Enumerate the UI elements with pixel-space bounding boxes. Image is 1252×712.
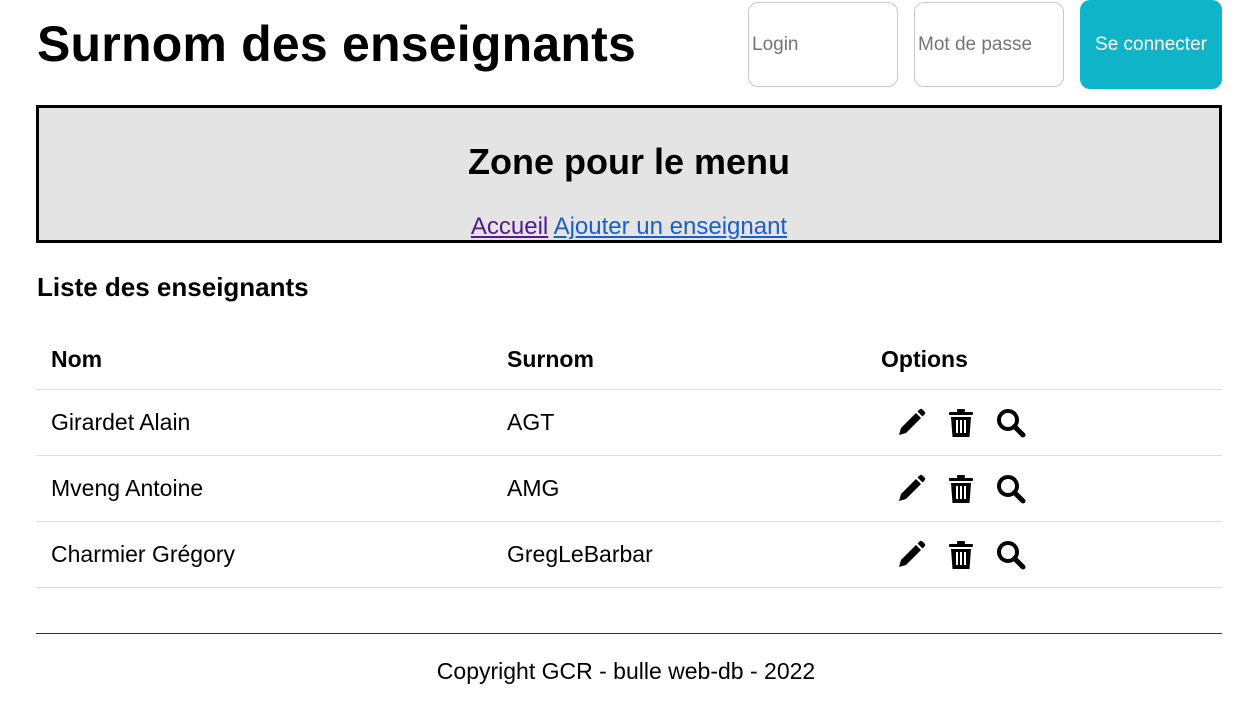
password-input[interactable] <box>914 2 1064 87</box>
pencil-icon[interactable] <box>895 473 927 505</box>
search-icon[interactable] <box>995 407 1027 439</box>
table-row: Girardet Alain AGT <box>36 389 1222 456</box>
menu-links: Accueil Ajouter un enseignant <box>39 212 1219 242</box>
table-header-row: Nom Surnom Options <box>36 329 1222 390</box>
footer-copyright: Copyright GCR - bulle web-db - 2022 <box>436 658 816 684</box>
cell-surnom: AGT <box>507 389 881 456</box>
column-header-surnom: Surnom <box>507 329 881 390</box>
search-icon[interactable] <box>995 539 1027 571</box>
cell-nom: Girardet Alain <box>36 389 507 456</box>
cell-nom: Mveng Antoine <box>36 455 507 522</box>
trash-icon[interactable] <box>945 539 977 571</box>
list-title: Liste des enseignants <box>37 272 309 302</box>
column-header-nom: Nom <box>36 329 507 390</box>
cell-nom: Charmier Grégory <box>36 521 507 588</box>
nav-link-accueil[interactable]: Accueil <box>471 213 548 240</box>
cell-surnom: GregLeBarbar <box>507 521 881 588</box>
page-title: Surnom des enseignants <box>37 16 636 72</box>
login-input[interactable] <box>748 2 898 87</box>
pencil-icon[interactable] <box>895 539 927 571</box>
cell-options <box>881 455 1222 522</box>
search-icon[interactable] <box>995 473 1027 505</box>
column-header-options: Options <box>881 329 1222 390</box>
menu-title: Zone pour le menu <box>467 141 790 182</box>
cell-surnom: AMG <box>507 455 881 522</box>
table-row: Mveng Antoine AMG <box>36 455 1222 522</box>
trash-icon[interactable] <box>945 473 977 505</box>
nav-link-ajouter-enseignant[interactable]: Ajouter un enseignant <box>554 213 788 240</box>
footer-divider <box>36 633 1222 634</box>
connect-button[interactable]: Se connecter <box>1080 0 1222 89</box>
trash-icon[interactable] <box>945 407 977 439</box>
table-row: Charmier Grégory GregLeBarbar <box>36 521 1222 588</box>
page-header: Surnom des enseignants Se connecter <box>0 0 1252 100</box>
pencil-icon[interactable] <box>895 407 927 439</box>
menu-zone: Zone pour le menu Accueil Ajouter un ens… <box>36 105 1222 243</box>
cell-options <box>881 521 1222 588</box>
cell-options <box>881 389 1222 456</box>
teachers-table: Nom Surnom Options Girardet Alain AGT Mv… <box>36 329 1222 588</box>
